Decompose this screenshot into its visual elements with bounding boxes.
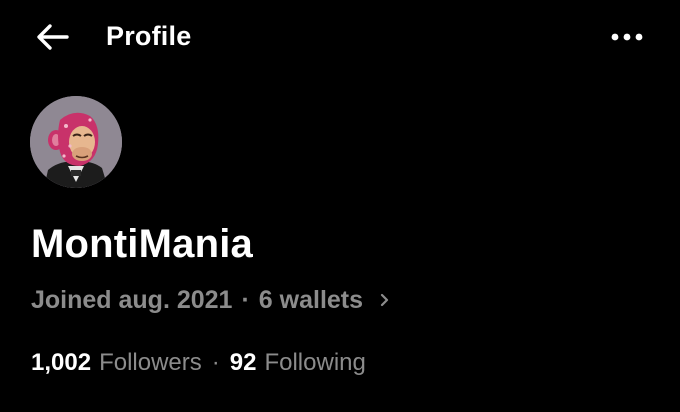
separator-dot: ·: [211, 349, 220, 376]
profile-name: MontiMania: [31, 222, 253, 266]
avatar[interactable]: [30, 96, 122, 188]
separator-dot: ·: [241, 285, 250, 314]
more-horizontal-icon: [611, 33, 643, 41]
followers-label: Followers: [99, 349, 202, 376]
wallets-count: 6 wallets: [258, 285, 364, 314]
page-title: Profile: [106, 21, 192, 51]
following-count: 92: [229, 349, 257, 376]
follow-stats: 1,002 Followers · 92 Following: [31, 345, 366, 381]
arrow-left-icon: [37, 24, 69, 50]
back-button[interactable]: [34, 20, 74, 54]
joined-date: Joined aug. 2021: [31, 285, 233, 314]
ape-nft-avatar: [30, 96, 122, 188]
followers-link[interactable]: 1,002 Followers: [31, 349, 202, 377]
followers-count: 1,002: [31, 349, 92, 376]
top-bar: Profile: [0, 0, 680, 74]
joined-wallets-link[interactable]: Joined aug. 2021 · 6 wallets: [31, 282, 391, 318]
more-options-button[interactable]: [606, 22, 648, 52]
following-link[interactable]: 92 Following: [230, 349, 366, 377]
chevron-right-icon: [379, 291, 391, 309]
following-label: Following: [264, 349, 366, 376]
